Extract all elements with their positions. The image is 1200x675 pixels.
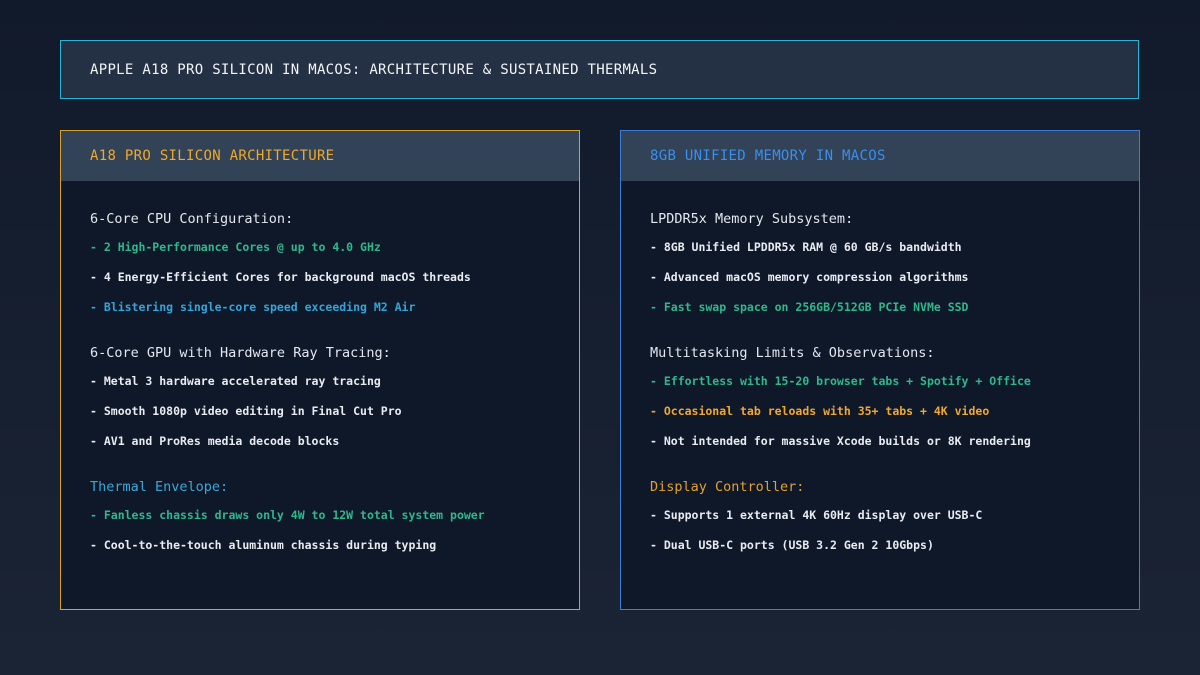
memory-panel-header: 8GB UNIFIED MEMORY IN MACOS: [621, 131, 1139, 181]
section-title: Multitasking Limits & Observations:: [650, 345, 935, 361]
gpu-section: 6-Core GPU with Hardware Ray Tracing: - …: [90, 345, 550, 448]
list-item: - Occasional tab reloads with 35+ tabs +…: [650, 404, 990, 418]
list-item: - Fast swap space on 256GB/512GB PCIe NV…: [650, 300, 969, 314]
memory-subsystem-section: LPDDR5x Memory Subsystem: - 8GB Unified …: [650, 211, 1110, 314]
memory-panel: 8GB UNIFIED MEMORY IN MACOS LPDDR5x Memo…: [620, 130, 1140, 610]
list-item: - Supports 1 external 4K 60Hz display ov…: [650, 508, 983, 522]
list-item: - Advanced macOS memory compression algo…: [650, 270, 969, 284]
list-item: - Dual USB-C ports (USB 3.2 Gen 2 10Gbps…: [650, 538, 934, 552]
memory-panel-body: LPDDR5x Memory Subsystem: - 8GB Unified …: [621, 181, 1139, 552]
thermal-section: Thermal Envelope: - Fanless chassis draw…: [90, 479, 550, 552]
list-item: - Not intended for massive Xcode builds …: [650, 434, 1031, 448]
multitasking-section: Multitasking Limits & Observations: - Ef…: [650, 345, 1110, 448]
display-section: Display Controller: - Supports 1 externa…: [650, 479, 1110, 552]
section-title: 6-Core GPU with Hardware Ray Tracing:: [90, 345, 391, 361]
architecture-panel: A18 PRO SILICON ARCHITECTURE 6-Core CPU …: [60, 130, 580, 610]
list-item: - Blistering single-core speed exceeding…: [90, 300, 416, 314]
list-item: - Cool-to-the-touch aluminum chassis dur…: [90, 538, 437, 552]
section-title: 6-Core CPU Configuration:: [90, 211, 294, 227]
title-bar: APPLE A18 PRO SILICON IN MACOS: ARCHITEC…: [60, 40, 1139, 99]
section-title: LPDDR5x Memory Subsystem:: [650, 211, 854, 227]
cpu-section: 6-Core CPU Configuration: - 2 High-Perfo…: [90, 211, 550, 314]
list-item: - 4 Energy-Efficient Cores for backgroun…: [90, 270, 471, 284]
section-title: Thermal Envelope:: [90, 479, 229, 495]
architecture-panel-header: A18 PRO SILICON ARCHITECTURE: [61, 131, 579, 181]
page-title: APPLE A18 PRO SILICON IN MACOS: ARCHITEC…: [90, 61, 658, 78]
list-item: - 8GB Unified LPDDR5x RAM @ 60 GB/s band…: [650, 240, 962, 254]
list-item: - Effortless with 15-20 browser tabs + S…: [650, 374, 1031, 388]
list-item: - Fanless chassis draws only 4W to 12W t…: [90, 508, 485, 522]
list-item: - AV1 and ProRes media decode blocks: [90, 434, 340, 448]
list-item: - Metal 3 hardware accelerated ray traci…: [90, 374, 381, 388]
architecture-panel-body: 6-Core CPU Configuration: - 2 High-Perfo…: [61, 181, 579, 552]
list-item: - 2 High-Performance Cores @ up to 4.0 G…: [90, 240, 381, 254]
section-title: Display Controller:: [650, 479, 805, 495]
list-item: - Smooth 1080p video editing in Final Cu…: [90, 404, 402, 418]
